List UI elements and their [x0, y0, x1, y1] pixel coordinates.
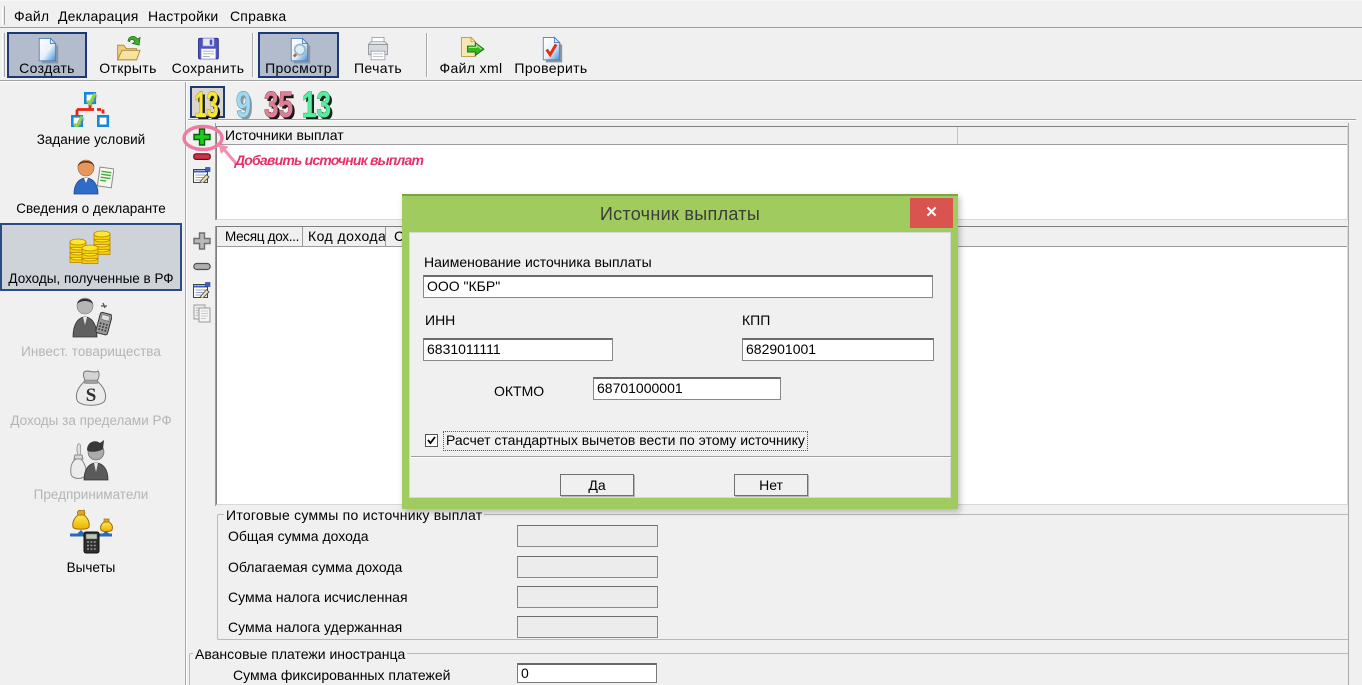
- svg-text:35: 35: [264, 85, 293, 121]
- svg-text:9: 9: [236, 85, 251, 121]
- svg-text:S: S: [86, 385, 97, 406]
- svg-text:13: 13: [195, 85, 219, 121]
- svg-text:13: 13: [302, 85, 331, 121]
